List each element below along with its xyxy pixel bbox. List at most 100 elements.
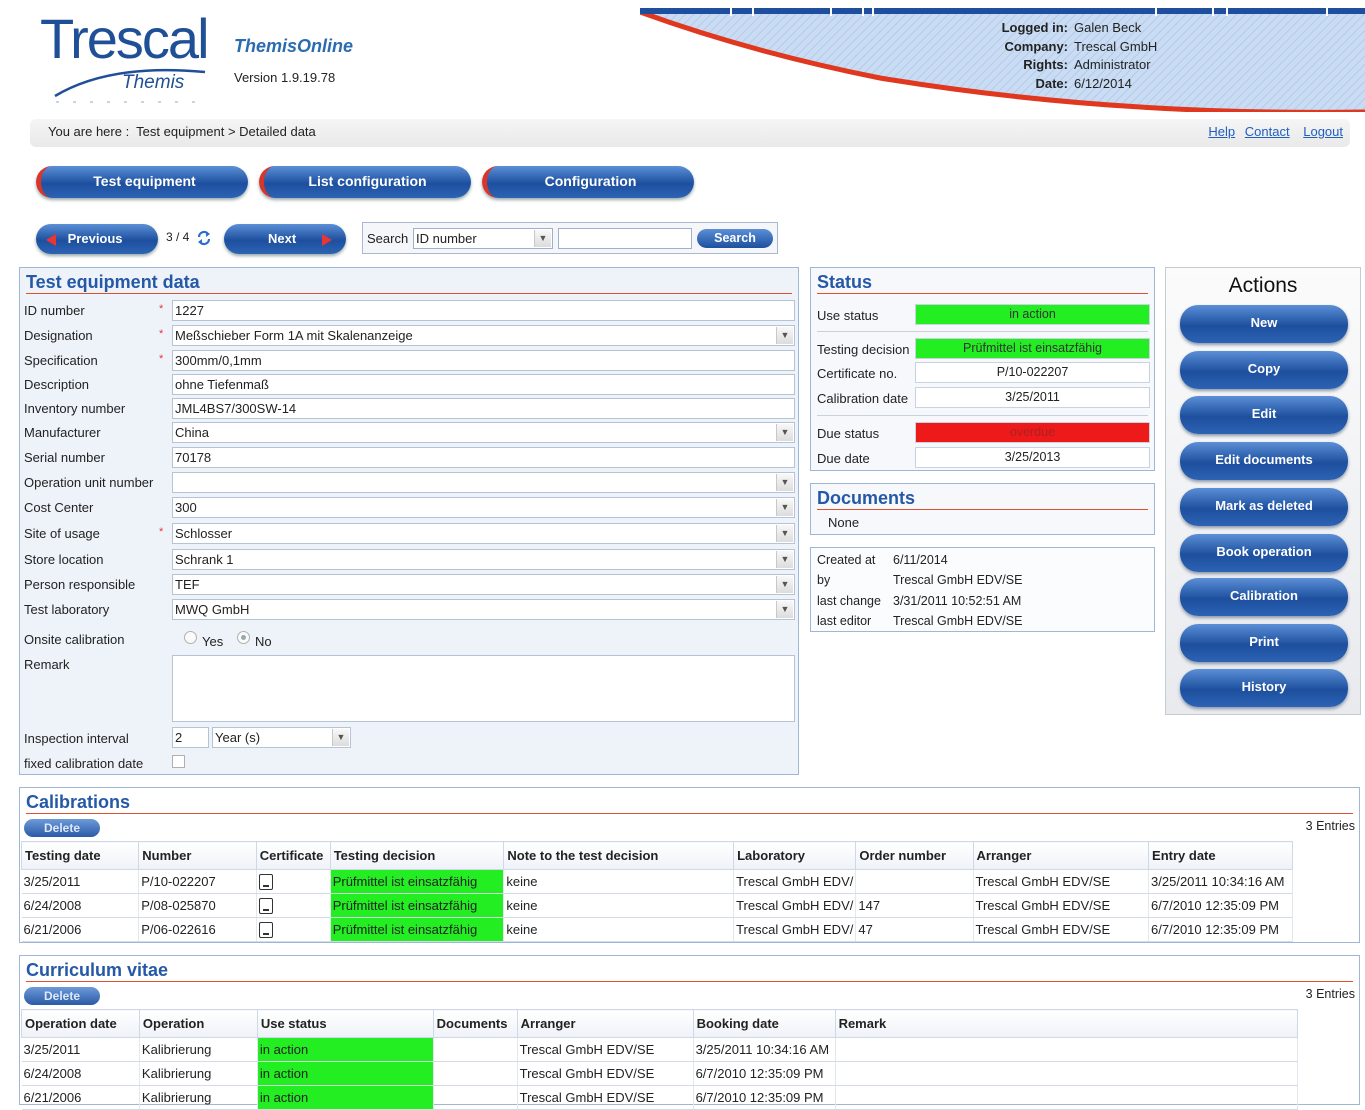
- column-header[interactable]: Arranger: [516, 1009, 694, 1038]
- use-status-cell: in action: [257, 1037, 434, 1062]
- field-label: Operation unit number: [24, 475, 154, 490]
- tab-test-equipment[interactable]: Test equipment: [36, 166, 248, 198]
- field-label: ID number: [24, 303, 85, 318]
- field-label: Remark: [24, 657, 70, 672]
- column-header[interactable]: Operation date: [21, 1009, 140, 1038]
- column-header[interactable]: Arranger: [972, 841, 1150, 870]
- next-label: Next: [268, 231, 297, 246]
- refresh-icon[interactable]: [196, 229, 212, 247]
- use-status-cell: in action: [257, 1061, 434, 1086]
- chevron-down-icon: ▼: [776, 474, 793, 491]
- edit-documents-button[interactable]: Edit documents: [1180, 442, 1348, 480]
- specification-input[interactable]: 300mm/0,1mm: [172, 350, 795, 371]
- onsite-yes-radio[interactable]: [184, 631, 197, 644]
- remark-textarea[interactable]: [172, 655, 795, 722]
- next-button[interactable]: Next: [224, 224, 346, 254]
- designation-select[interactable]: Meßschieber Form 1A mit Skalenanzeige ▼: [172, 325, 795, 346]
- test-laboratory-select[interactable]: MWQ GmbH ▼: [172, 599, 795, 620]
- number-cell: P/06-022616: [138, 917, 257, 942]
- cost-center-select[interactable]: 300 ▼: [172, 497, 795, 518]
- column-header[interactable]: Booking date: [692, 1009, 836, 1038]
- column-header[interactable]: Testing decision: [329, 841, 505, 870]
- print-button[interactable]: Print: [1180, 624, 1348, 662]
- column-header[interactable]: Number: [138, 841, 257, 870]
- site-of-usage-value: Schlosser: [175, 526, 233, 541]
- book-operation-button[interactable]: Book operation: [1180, 534, 1348, 572]
- column-header[interactable]: Testing date: [20, 841, 140, 870]
- table-row[interactable]: 6/21/2006 Kalibrierung in action Trescal…: [21, 1085, 1299, 1110]
- help-link[interactable]: Help: [1208, 124, 1235, 139]
- table-row[interactable]: 3/25/2011 P/10-022207 Prüfmittel ist ein…: [21, 869, 1293, 894]
- tab-list-configuration[interactable]: List configuration: [259, 166, 471, 198]
- cv-table: Operation date Operation Use status Docu…: [21, 1009, 1299, 1110]
- field-label: Test laboratory: [24, 602, 110, 617]
- column-header[interactable]: Remark: [834, 1009, 1299, 1038]
- calibration-button[interactable]: Calibration: [1180, 578, 1348, 616]
- fixed-calibration-checkbox[interactable]: [172, 755, 185, 768]
- search-field-select[interactable]: ID number ▼: [413, 228, 553, 249]
- testing-decision-cell: Prüfmittel ist einsatzfähig: [330, 917, 505, 942]
- table-row[interactable]: 3/25/2011 Kalibrierung in action Trescal…: [21, 1037, 1299, 1062]
- column-header[interactable]: Order number: [855, 841, 974, 870]
- field-label: Site of usage: [24, 526, 100, 541]
- column-header[interactable]: Documents: [432, 1009, 518, 1038]
- column-header[interactable]: Laboratory: [733, 841, 857, 870]
- search-input[interactable]: [558, 228, 692, 249]
- testing-date-cell: 6/24/2008: [21, 893, 140, 918]
- search-button[interactable]: Search: [697, 229, 773, 248]
- column-header[interactable]: Certificate: [255, 841, 331, 870]
- table-row[interactable]: 6/24/2008 P/08-025870 Prüfmittel ist ein…: [21, 893, 1293, 918]
- certificate-icon[interactable]: [258, 921, 273, 938]
- certificate-icon[interactable]: [258, 873, 273, 890]
- use-status-cell: in action: [257, 1085, 434, 1110]
- description-input[interactable]: ohne Tiefenmaß: [172, 374, 795, 395]
- contact-link[interactable]: Contact: [1245, 124, 1290, 139]
- history-button[interactable]: History: [1180, 669, 1348, 707]
- column-header[interactable]: Entry date: [1148, 841, 1293, 870]
- logout-link[interactable]: Logout: [1303, 124, 1343, 139]
- info-label: Rights:: [1023, 57, 1068, 72]
- interval-input[interactable]: 2: [172, 727, 209, 748]
- column-header[interactable]: Use status: [256, 1009, 434, 1038]
- manufacturer-select[interactable]: China ▼: [172, 422, 795, 443]
- status-panel: Status Use status in action Testing deci…: [810, 267, 1155, 471]
- delete-cv-button[interactable]: Delete: [24, 987, 100, 1005]
- operation-unit-select[interactable]: ▼: [172, 472, 795, 493]
- table-row[interactable]: 6/21/2006 P/06-022616 Prüfmittel ist ein…: [21, 917, 1293, 942]
- copy-button[interactable]: Copy: [1180, 351, 1348, 389]
- column-header[interactable]: Operation: [138, 1009, 258, 1038]
- serial-number-input[interactable]: 70178: [172, 447, 795, 468]
- mark-as-deleted-button[interactable]: Mark as deleted: [1180, 488, 1348, 526]
- previous-button[interactable]: Previous: [36, 224, 158, 254]
- edit-button[interactable]: Edit: [1180, 396, 1348, 434]
- new-button[interactable]: New: [1180, 305, 1348, 343]
- tab-configuration[interactable]: Configuration: [482, 166, 694, 198]
- arranger-cell: Trescal GmbH EDV/SE: [973, 917, 1150, 942]
- status-label: Due status: [817, 426, 880, 441]
- delete-calibration-button[interactable]: Delete: [24, 819, 100, 837]
- record-meta-panel: Created at 6/11/2014 by Trescal GmbH EDV…: [810, 547, 1155, 632]
- info-label: Date:: [1035, 75, 1068, 91]
- field-label: Inspection interval: [24, 731, 129, 746]
- person-responsible-select[interactable]: TEF ▼: [172, 574, 795, 595]
- id-number-input[interactable]: 1227: [172, 300, 795, 321]
- inventory-number-input[interactable]: JML4BS7/300SW-14: [172, 398, 795, 419]
- chevron-down-icon: ▼: [776, 576, 793, 593]
- documents-value: None: [828, 515, 860, 530]
- site-of-usage-select[interactable]: Schlosser ▼: [172, 523, 795, 544]
- status-label: Use status: [817, 308, 879, 323]
- table-row[interactable]: 6/24/2008 Kalibrierung in action Trescal…: [21, 1061, 1299, 1086]
- column-header[interactable]: Note to the test decision: [503, 841, 735, 870]
- certificate-icon[interactable]: [258, 897, 273, 914]
- status-title: Status: [817, 272, 873, 292]
- chevron-down-icon: ▼: [776, 601, 793, 618]
- store-location-select[interactable]: Schrank 1 ▼: [172, 549, 795, 570]
- meta-label: last editor: [817, 614, 872, 628]
- info-label: Logged in:: [1001, 20, 1068, 35]
- created-value: 6/11/2014: [893, 553, 948, 567]
- onsite-no-radio[interactable]: [237, 631, 250, 644]
- title-divider: [817, 509, 1148, 510]
- manufacturer-value: China: [175, 425, 209, 440]
- arranger-cell: Trescal GmbH EDV/SE: [517, 1037, 694, 1062]
- interval-unit-select[interactable]: Year (s) ▼: [212, 727, 351, 748]
